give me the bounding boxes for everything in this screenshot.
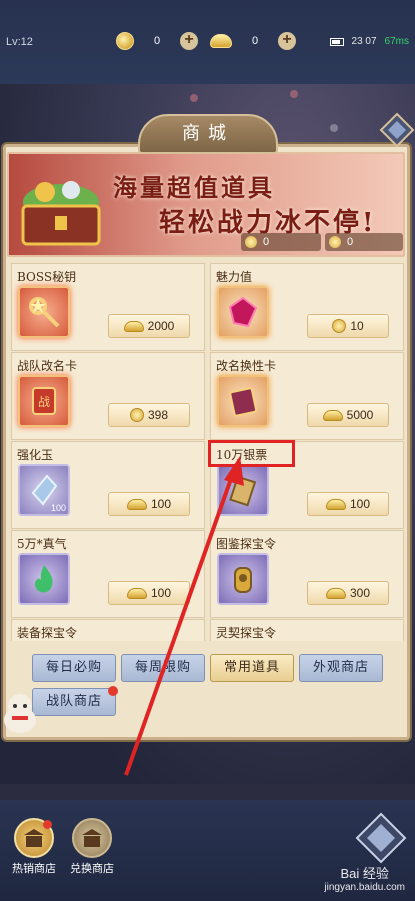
scroll-icon: 战 xyxy=(18,375,70,427)
banner-token-balance: 0 xyxy=(325,233,403,251)
item-name: 灵契探宝令 xyxy=(216,626,277,640)
banner-headline: 海量超值道具 xyxy=(113,173,275,202)
tab-weekly[interactable]: 每周限购 xyxy=(121,654,205,682)
coin-icon xyxy=(329,236,341,248)
shop-item-equip-treasure-token[interactable]: 装备探宝令 xyxy=(11,619,205,641)
coin-icon xyxy=(245,236,257,248)
buy-button[interactable]: 5000 xyxy=(307,403,389,427)
flame-icon xyxy=(18,553,70,605)
buy-button[interactable]: 398 xyxy=(108,403,190,427)
top-status-bar: Lv:12 0 + 0 + 23 07 67ms xyxy=(0,0,415,84)
shop-item-soul-treasure-token[interactable]: 灵契探宝令 xyxy=(210,619,404,641)
key-icon xyxy=(18,286,70,338)
item-name: 魅力值 xyxy=(216,270,253,284)
tab-team-shop-label: 战队商店 xyxy=(45,694,102,709)
banknote-icon xyxy=(217,464,269,516)
coin-currency: 0 + xyxy=(116,30,198,52)
item-name: 战队改名卡 xyxy=(17,359,78,373)
diamond-menu-icon[interactable] xyxy=(379,112,415,148)
tab-daily[interactable]: 每日必购 xyxy=(32,654,116,682)
item-name: 装备探宝令 xyxy=(17,626,78,640)
item-name: BOSS秘钥 xyxy=(17,270,77,284)
buy-button[interactable]: 100 xyxy=(307,492,389,516)
add-coin-button[interactable]: + xyxy=(180,32,198,50)
item-name: 5万*真气 xyxy=(17,537,67,551)
shop-item-team-rename-card[interactable]: 战队改名卡 战 398 xyxy=(11,352,205,440)
shop-item-atlas-treasure-token[interactable]: 图鉴探宝令 300 xyxy=(210,530,404,618)
item-name: 改名换性卡 xyxy=(216,359,277,373)
watermark-brand: Bai 经验 xyxy=(340,866,389,881)
shop-item-boss-key[interactable]: BOSS秘钥 2000 xyxy=(11,263,205,351)
latency: 67ms xyxy=(384,36,409,47)
shop-item-true-qi[interactable]: 5万*真气 100 xyxy=(11,530,205,618)
buy-button[interactable]: 10 xyxy=(307,314,389,338)
notification-dot xyxy=(43,820,52,829)
hot-shop-label: 热销商店 xyxy=(12,862,56,875)
promo-banner: 海量超值道具 轻松战力冰不停! 0 0 xyxy=(7,152,405,257)
item-name: 强化玉 xyxy=(17,448,54,462)
treasure-chest-icon xyxy=(21,181,101,246)
svg-text:战: 战 xyxy=(38,395,50,409)
exchange-shop-label: 兑换商店 xyxy=(70,862,114,875)
shop-item-rename-gender-card[interactable]: 改名换性卡 5000 xyxy=(210,352,404,440)
gem-icon xyxy=(217,286,269,338)
buy-button[interactable]: 100 xyxy=(108,492,190,516)
shop-icon xyxy=(72,818,112,858)
ingot-currency: 0 + xyxy=(210,30,296,52)
buy-button[interactable]: 2000 xyxy=(108,314,190,338)
coin-icon xyxy=(116,32,134,50)
lucky-cat-icon xyxy=(4,694,36,733)
battery-icon xyxy=(329,37,344,46)
jade-icon: 100 xyxy=(18,464,70,516)
shop-icon xyxy=(14,818,54,858)
exchange-shop-button[interactable]: 兑换商店 xyxy=(64,818,120,876)
watermark-url: jingyan.baidu.com xyxy=(324,882,405,893)
shop-title: 商城 xyxy=(138,114,278,154)
clock: 23 07 xyxy=(351,36,377,47)
watermark: Bai 经验 jingyan.baidu.com xyxy=(324,863,405,893)
tab-common-items[interactable]: 常用道具 xyxy=(210,654,294,682)
coin-amount: 0 xyxy=(153,35,161,47)
device-status: 23 07 67ms xyxy=(329,36,409,47)
add-ingot-button[interactable]: + xyxy=(278,32,296,50)
shop-item-enhance-jade[interactable]: 强化玉 100 100 xyxy=(11,441,205,529)
book-icon xyxy=(217,375,269,427)
buy-button[interactable]: 100 xyxy=(108,581,190,605)
tab-appearance[interactable]: 外观商店 xyxy=(299,654,383,682)
buy-button[interactable]: 300 xyxy=(307,581,389,605)
back-diamond-icon[interactable] xyxy=(355,812,407,864)
player-level: Lv:12 xyxy=(6,36,33,48)
hot-shop-button[interactable]: 热销商店 xyxy=(6,818,62,876)
item-name: 图鉴探宝令 xyxy=(216,537,277,551)
tab-team-shop[interactable]: 战队商店 xyxy=(32,686,118,716)
item-count: 100 xyxy=(50,503,66,513)
token-icon xyxy=(217,553,269,605)
notification-dot xyxy=(108,686,118,696)
banner-coin-balance: 0 xyxy=(241,233,321,251)
shop-item-charm[interactable]: 魅力值 10 xyxy=(210,263,404,351)
annotation-box xyxy=(208,440,295,467)
ingot-amount: 0 xyxy=(251,35,259,47)
ingot-icon xyxy=(210,34,232,48)
